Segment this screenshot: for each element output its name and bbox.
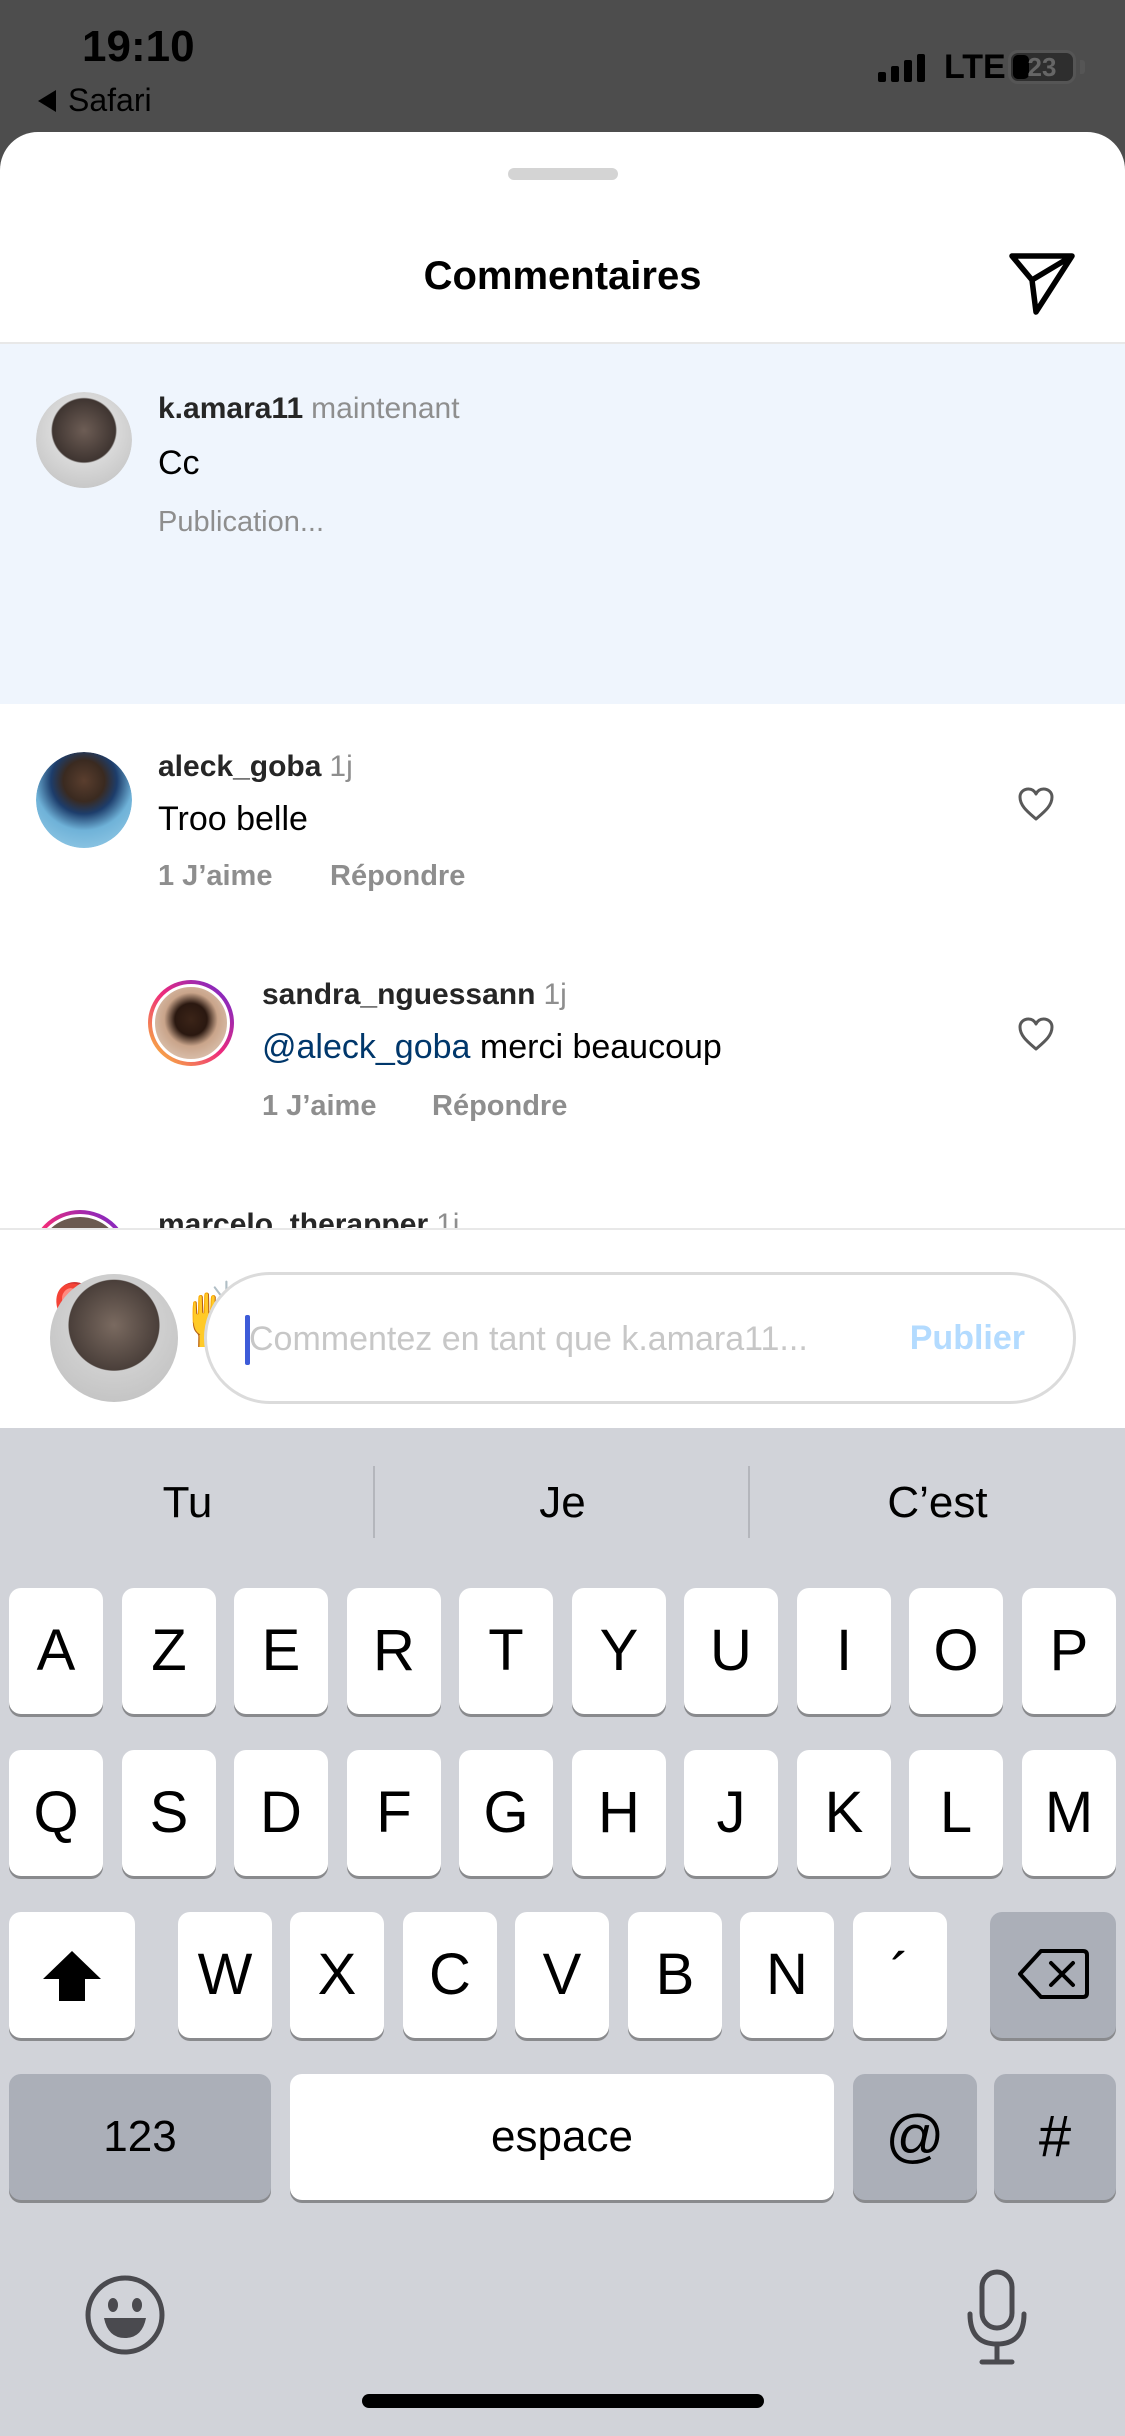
prediction-2[interactable]: Je bbox=[375, 1428, 750, 1578]
numbers-key[interactable]: 123 bbox=[9, 2074, 271, 2200]
key-b[interactable]: B bbox=[628, 1912, 722, 2038]
key-a[interactable]: A bbox=[9, 1588, 103, 1714]
key-u[interactable]: U bbox=[684, 1588, 778, 1714]
back-arrow-icon bbox=[38, 89, 56, 112]
key-e[interactable]: E bbox=[234, 1588, 328, 1714]
comment-text: Troo belle bbox=[158, 800, 308, 838]
paper-plane-icon[interactable] bbox=[1004, 242, 1080, 318]
prediction-3[interactable]: C’est bbox=[750, 1428, 1125, 1578]
key-g[interactable]: G bbox=[459, 1750, 553, 1876]
prediction-1[interactable]: Tu bbox=[0, 1428, 375, 1578]
comment-username-row: aleck_goba 1j bbox=[158, 750, 353, 784]
comment-like-count[interactable]: 1 J’aime bbox=[262, 1090, 376, 1123]
key-t[interactable]: T bbox=[459, 1588, 553, 1714]
comment-item: k.amara11 maintenant Cc Publication... bbox=[0, 344, 1125, 704]
status-bar: 19:10 Safari LTE 23 bbox=[0, 0, 1125, 135]
story-avatar[interactable] bbox=[148, 980, 234, 1066]
key-l[interactable]: L bbox=[909, 1750, 1003, 1876]
space-key[interactable]: espace bbox=[290, 2074, 834, 2200]
heart-icon[interactable] bbox=[1016, 1014, 1056, 1054]
comment-time: 1j bbox=[543, 978, 567, 1011]
delete-key[interactable] bbox=[990, 1912, 1116, 2038]
status-time: 19:10 bbox=[82, 22, 195, 71]
key-p[interactable]: P bbox=[1022, 1588, 1116, 1714]
composer-avatar bbox=[50, 1274, 178, 1402]
heart-icon[interactable] bbox=[1016, 784, 1056, 824]
key-q[interactable]: Q bbox=[9, 1750, 103, 1876]
key-z[interactable]: Z bbox=[122, 1588, 216, 1714]
at-key[interactable]: @ bbox=[853, 2074, 977, 2200]
comment-text: @aleck_goba merci beaucoup bbox=[262, 1028, 722, 1067]
comment-username-row: k.amara11 maintenant bbox=[158, 392, 460, 426]
key-y[interactable]: Y bbox=[572, 1588, 666, 1714]
comment-time: maintenant bbox=[311, 392, 460, 425]
key-v[interactable]: V bbox=[515, 1912, 609, 2038]
hash-key[interactable]: # bbox=[994, 2074, 1116, 2200]
story-avatar[interactable] bbox=[30, 1210, 130, 1228]
key-accent[interactable]: ´ bbox=[853, 1912, 947, 2038]
emoji-keyboard-icon[interactable] bbox=[84, 2274, 166, 2356]
shift-key[interactable] bbox=[9, 1912, 135, 2038]
battery-icon: 23 bbox=[1008, 50, 1076, 84]
comments-sheet: Commentaires k.amara11 maintenant Cc Publ… bbox=[0, 132, 1125, 1428]
home-indicator[interactable] bbox=[362, 2394, 764, 2408]
comment-input[interactable] bbox=[249, 1309, 889, 1369]
publish-button[interactable]: Publier bbox=[910, 1319, 1025, 1358]
reply-button[interactable]: Répondre bbox=[432, 1090, 567, 1123]
signal-icon bbox=[878, 52, 925, 82]
key-o[interactable]: O bbox=[909, 1588, 1003, 1714]
backspace-icon bbox=[1018, 1949, 1089, 1999]
comment-item: aleck_goba 1j Troo belle 1 J’aime Répondr… bbox=[0, 704, 1125, 934]
comment-username-row: marcelo_therapper 1j bbox=[158, 1208, 459, 1228]
avatar[interactable] bbox=[36, 392, 132, 488]
comment-time: 1j bbox=[329, 750, 353, 783]
key-i[interactable]: I bbox=[797, 1588, 891, 1714]
comment-username[interactable]: marcelo_therapper bbox=[158, 1208, 428, 1228]
battery-level: 23 bbox=[1027, 52, 1057, 82]
key-h[interactable]: H bbox=[572, 1750, 666, 1876]
comment-text-body: merci beaucoup bbox=[470, 1028, 722, 1066]
comment-username[interactable]: sandra_nguessann bbox=[262, 978, 535, 1011]
key-x[interactable]: X bbox=[290, 1912, 384, 2038]
comment-username-row: sandra_nguessann 1j bbox=[262, 978, 567, 1012]
comment-mention[interactable]: @aleck_goba bbox=[262, 1028, 470, 1066]
key-n[interactable]: N bbox=[740, 1912, 834, 2038]
reactions-divider bbox=[0, 1228, 1125, 1230]
network-label: LTE bbox=[944, 48, 1006, 86]
comment-item: marcelo_therapper 1j bbox=[0, 1164, 1125, 1228]
key-m[interactable]: M bbox=[1022, 1750, 1116, 1876]
comment-username[interactable]: aleck_goba bbox=[158, 750, 321, 783]
comment-text: Cc bbox=[158, 444, 200, 482]
key-d[interactable]: D bbox=[234, 1750, 328, 1876]
back-app-label: Safari bbox=[68, 82, 152, 118]
back-to-app-link[interactable]: Safari bbox=[38, 82, 152, 119]
key-r[interactable]: R bbox=[347, 1588, 441, 1714]
shift-arrow-icon bbox=[43, 1951, 101, 2001]
avatar[interactable] bbox=[36, 752, 132, 848]
comment-username[interactable]: k.amara11 bbox=[158, 392, 303, 425]
key-f[interactable]: F bbox=[347, 1750, 441, 1876]
comment-like-count[interactable]: 1 J’aime bbox=[158, 860, 272, 893]
comment-time: 1j bbox=[436, 1208, 460, 1228]
comment-status: Publication... bbox=[158, 506, 325, 538]
key-j[interactable]: J bbox=[684, 1750, 778, 1876]
comment-composer[interactable]: Publier bbox=[204, 1272, 1076, 1404]
microphone-icon[interactable] bbox=[962, 2268, 1032, 2368]
key-c[interactable]: C bbox=[403, 1912, 497, 2038]
key-w[interactable]: W bbox=[178, 1912, 272, 2038]
key-s[interactable]: S bbox=[122, 1750, 216, 1876]
sheet-grabber[interactable] bbox=[508, 168, 618, 180]
key-k[interactable]: K bbox=[797, 1750, 891, 1876]
reply-button[interactable]: Répondre bbox=[330, 860, 465, 893]
sheet-title: Commentaires bbox=[423, 254, 702, 298]
keyboard: Tu Je C’est A Z E R T Y U I O P Q S D F … bbox=[0, 1428, 1125, 2436]
comment-item-reply: sandra_nguessann 1j @aleck_goba merci bea… bbox=[0, 934, 1125, 1164]
